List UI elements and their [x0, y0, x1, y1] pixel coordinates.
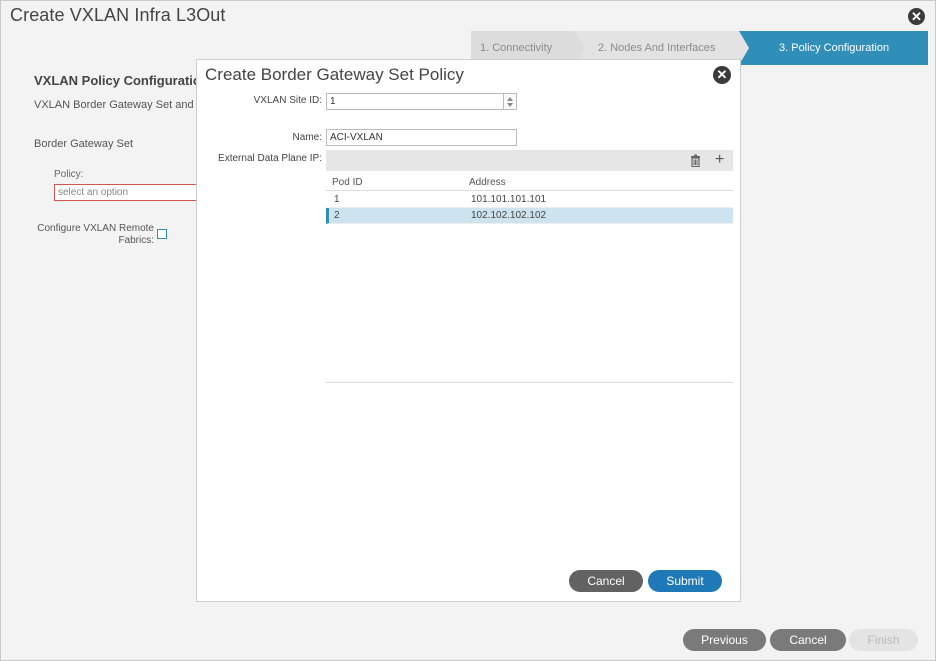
section-description: VXLAN Border Gateway Set and: [34, 99, 194, 111]
remote-fabrics-checkbox[interactable]: [157, 229, 167, 239]
wizard-header: Create VXLAN Infra L3Out ✕: [1, 1, 935, 31]
dialog-title: Create Border Gateway Set Policy: [205, 65, 464, 84]
column-header-address[interactable]: Address: [469, 177, 506, 188]
close-icon[interactable]: ✕: [713, 66, 731, 84]
submit-button[interactable]: Submit: [648, 570, 722, 592]
address-cell: 101.101.101.101: [471, 194, 547, 205]
divider: [326, 382, 733, 383]
table-toolbar: +: [326, 150, 733, 171]
wizard-title: Create VXLAN Infra L3Out: [10, 5, 226, 25]
section-title: VXLAN Policy Configuratio: [34, 73, 201, 88]
pod-id-cell: 1: [334, 194, 340, 205]
chevron-down-icon[interactable]: [507, 103, 513, 107]
close-icon[interactable]: ✕: [908, 8, 925, 25]
trash-icon[interactable]: [689, 154, 702, 167]
plus-icon[interactable]: +: [715, 151, 724, 169]
site-id-label: VXLAN Site ID:: [253, 95, 322, 106]
previous-button[interactable]: Previous: [683, 629, 766, 651]
site-id-input[interactable]: 1: [326, 93, 504, 110]
external-data-plane-ip-label: External Data Plane IP:: [218, 153, 322, 164]
table-row[interactable]: 1 101.101.101.101: [326, 192, 733, 208]
name-label: Name:: [292, 132, 322, 143]
step-policy-configuration[interactable]: 3. Policy Configuration: [739, 31, 928, 65]
border-gateway-set-dialog: Create Border Gateway Set Policy ✕ VXLAN…: [196, 59, 741, 602]
finish-button[interactable]: Finish: [849, 629, 918, 651]
address-cell: 102.102.102.102: [471, 210, 547, 221]
cancel-button[interactable]: Cancel: [770, 629, 846, 651]
remote-fabrics-label: Configure VXLAN Remote Fabrics:: [37, 223, 154, 246]
chevron-up-icon[interactable]: [507, 97, 513, 101]
policy-label: Policy:: [54, 169, 84, 180]
border-gateway-set-label: Border Gateway Set: [34, 138, 134, 150]
column-header-pod-id[interactable]: Pod ID: [332, 177, 363, 188]
policy-select[interactable]: select an option: [54, 184, 204, 201]
cancel-button[interactable]: Cancel: [569, 570, 643, 592]
site-id-stepper[interactable]: [503, 93, 517, 110]
table-row[interactable]: 2 102.102.102.102: [326, 208, 733, 224]
table-header: Pod ID Address: [326, 173, 733, 191]
pod-id-cell: 2: [334, 210, 340, 221]
external-ip-table: + Pod ID Address 1 101.101.101.101 2 102…: [326, 150, 733, 383]
name-input[interactable]: ACI-VXLAN: [326, 129, 517, 146]
